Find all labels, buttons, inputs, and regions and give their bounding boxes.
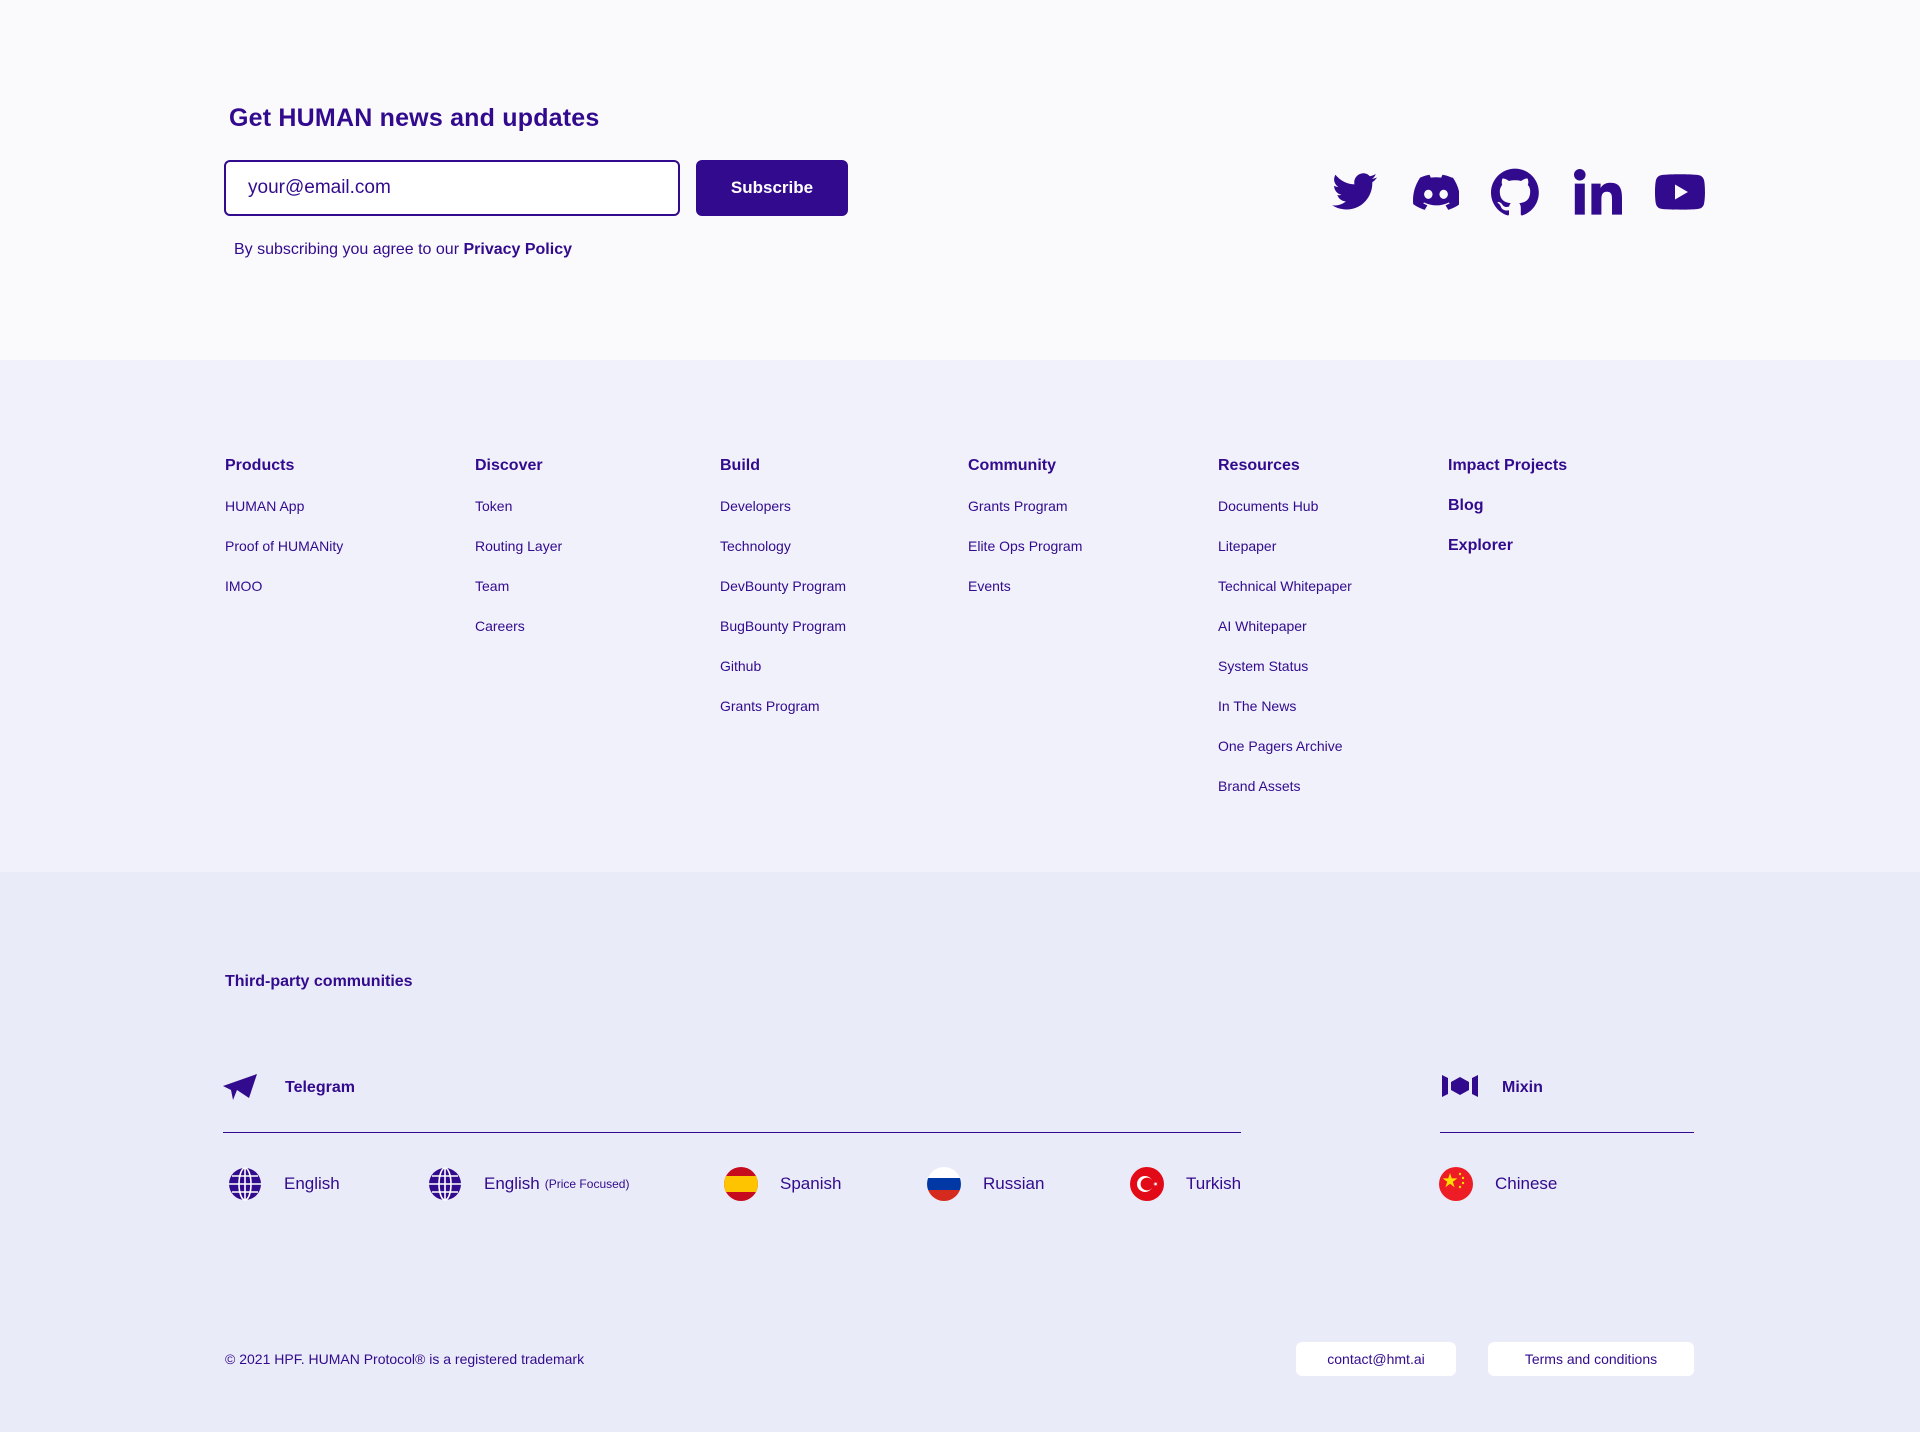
column-community: Community Grants Program Elite Ops Progr… [968,446,1082,606]
column-heading-community: Community [968,457,1056,474]
consent-text: By subscribing you agree to our Privacy … [234,241,572,259]
privacy-policy-link[interactable]: Privacy Policy [463,241,572,258]
discord-icon[interactable] [1410,166,1462,218]
russia-flag-icon [927,1167,961,1201]
column-heading-discover: Discover [475,457,543,474]
linkedin-icon[interactable] [1572,166,1624,218]
column-heading-products: Products [225,457,295,474]
link-impact-projects[interactable]: Impact Projects [1448,446,1567,486]
link-imoo[interactable]: IMOO [225,566,343,606]
link-system-status[interactable]: System Status [1218,646,1352,686]
github-icon[interactable] [1489,166,1541,218]
link-careers[interactable]: Careers [475,606,562,646]
mixin-group[interactable]: Mixin [1442,1068,1543,1108]
link-token[interactable]: Token [475,486,562,526]
link-events[interactable]: Events [968,566,1082,606]
link-explorer[interactable]: Explorer [1448,526,1567,566]
column-build: Build Developers Technology DevBounty Pr… [720,446,846,726]
link-github[interactable]: Github [720,646,846,686]
telegram-turkish[interactable]: Turkish [1130,1166,1241,1202]
turkey-flag-icon [1130,1167,1164,1201]
email-input[interactable] [224,160,680,216]
mixin-chinese[interactable]: Chinese [1439,1166,1557,1202]
link-litepaper[interactable]: Litepaper [1218,526,1352,566]
lang-spanish-label: Spanish [780,1174,842,1193]
lang-turkish-label: Turkish [1186,1174,1242,1193]
link-one-pagers-archive[interactable]: One Pagers Archive [1218,726,1352,766]
link-routing-layer[interactable]: Routing Layer [475,526,562,566]
link-proof-of-humanity[interactable]: Proof of HUMANity [225,526,343,566]
mixin-divider [1440,1132,1694,1133]
link-devbounty-program[interactable]: DevBounty Program [720,566,846,606]
telegram-english[interactable]: English [228,1166,340,1202]
telegram-icon [223,1072,257,1105]
link-elite-ops-program[interactable]: Elite Ops Program [968,526,1082,566]
contact-email-link[interactable]: contact@hmt.ai [1296,1342,1456,1376]
column-resources: Resources Documents Hub Litepaper Techni… [1218,446,1352,806]
terms-link[interactable]: Terms and conditions [1488,1342,1694,1376]
telegram-spanish[interactable]: Spanish [724,1166,841,1202]
column-products: Products HUMAN App Proof of HUMANity IMO… [225,446,343,606]
link-bugbounty-program[interactable]: BugBounty Program [720,606,846,646]
link-developers[interactable]: Developers [720,486,846,526]
lang-chinese-label: Chinese [1495,1174,1558,1193]
link-brand-assets[interactable]: Brand Assets [1218,766,1352,806]
newsletter-title: Get HUMAN news and updates [229,104,600,132]
copyright: © 2021 HPF. HUMAN Protocol® is a registe… [225,1351,585,1367]
globe-icon [228,1167,262,1201]
link-technology[interactable]: Technology [720,526,846,566]
lang-english-label: English [284,1174,340,1193]
footer-links-section: Products HUMAN App Proof of HUMANity IMO… [0,360,1920,872]
communities-section: Third-party communities Telegram Mixin E… [0,872,1920,1432]
china-flag-icon [1439,1167,1473,1201]
telegram-english-price[interactable]: English (Price Focused) [428,1166,629,1202]
telegram-russian[interactable]: Russian [927,1166,1044,1202]
column-discover: Discover Token Routing Layer Team Career… [475,446,562,646]
youtube-icon[interactable] [1654,166,1706,218]
lang-english-price-label: English [484,1174,540,1193]
lang-english-price-note: (Price Focused) [544,1177,630,1191]
twitter-icon[interactable] [1329,166,1381,218]
link-team[interactable]: Team [475,566,562,606]
link-technical-whitepaper[interactable]: Technical Whitepaper [1218,566,1352,606]
column-impact: Impact Projects Blog Explorer [1448,446,1567,566]
telegram-label: Telegram [285,1079,355,1096]
consent-prefix: By subscribing you agree to our [234,241,460,258]
column-heading-resources: Resources [1218,457,1300,474]
communities-title: Third-party communities [225,973,413,990]
lang-russian-label: Russian [983,1174,1045,1193]
mixin-icon [1442,1073,1478,1104]
column-heading-build: Build [720,457,760,474]
link-community-grants-program[interactable]: Grants Program [968,486,1082,526]
link-documents-hub[interactable]: Documents Hub [1218,486,1352,526]
globe-icon [428,1167,462,1201]
mixin-label: Mixin [1502,1079,1543,1096]
link-blog[interactable]: Blog [1448,486,1567,526]
subscribe-button[interactable]: Subscribe [696,160,848,216]
link-in-the-news[interactable]: In The News [1218,686,1352,726]
newsletter-section: Get HUMAN news and updates Subscribe By … [0,0,1920,360]
spain-flag-icon [724,1167,758,1201]
link-human-app[interactable]: HUMAN App [225,486,343,526]
telegram-group[interactable]: Telegram [223,1068,355,1108]
telegram-divider [223,1132,1241,1133]
link-build-grants-program[interactable]: Grants Program [720,686,846,726]
link-ai-whitepaper[interactable]: AI Whitepaper [1218,606,1352,646]
